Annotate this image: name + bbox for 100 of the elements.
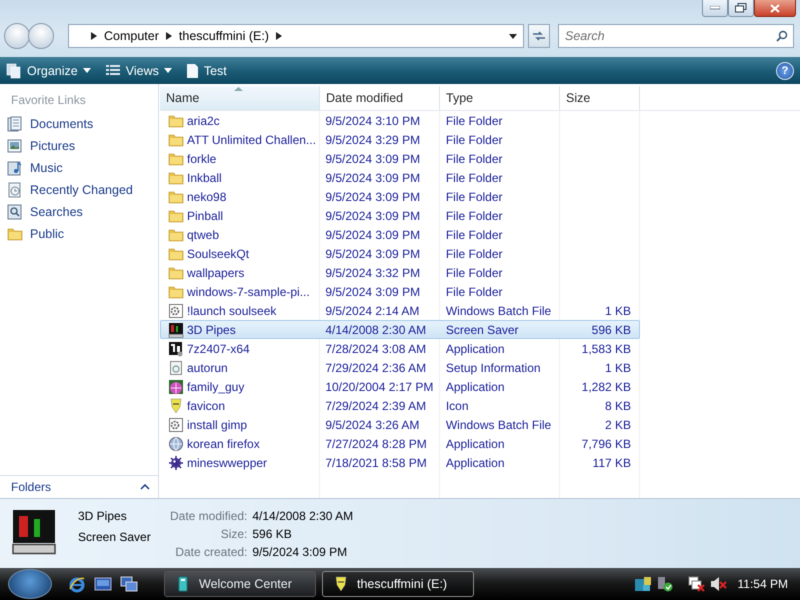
file-row[interactable]: Inkball 9/5/2024 3:09 PM File Folder	[160, 168, 640, 187]
size-cell: 1,583 KB	[582, 342, 632, 356]
file-name: install gimp	[187, 418, 248, 432]
type-cell: File Folder	[446, 284, 503, 298]
browser-icon[interactable]	[68, 575, 86, 593]
type-cell: Application	[446, 456, 505, 470]
toolbar-button[interactable]: Test	[186, 60, 227, 82]
folder-icon	[168, 170, 184, 186]
file-row[interactable]: 7z2407-x64 7/28/2024 3:08 AM Application 1,583 KB	[160, 339, 640, 358]
file-row[interactable]: neko98 9/5/2024 3:09 PM File Folder	[160, 187, 640, 206]
network-error-icon[interactable]	[688, 576, 706, 592]
toolbar-button[interactable]: Views	[104, 60, 172, 82]
favorite-link[interactable]: Music	[0, 157, 158, 179]
file-row[interactable]: !launch soulseek 9/5/2024 2:14 AM Windows Batch File 1 KB	[160, 301, 640, 320]
size-cell: 1 KB	[605, 304, 632, 318]
desktop-icon[interactable]	[94, 575, 112, 593]
file-name: forkle	[187, 152, 216, 166]
date-cell: 4/14/2008 2:30 AM	[325, 322, 426, 336]
favorite-link[interactable]: Pictures	[0, 135, 158, 157]
favorite-link[interactable]: Public	[0, 223, 158, 245]
toolbar-button[interactable]: Organize	[6, 60, 91, 82]
file-name: 7z2407-x64	[187, 342, 250, 356]
forward-button[interactable]	[28, 23, 54, 49]
maximize-button[interactable]	[728, 0, 754, 17]
folder-icon	[168, 246, 184, 262]
file-row[interactable]: favicon 7/29/2024 2:39 AM Icon 8 KB	[160, 396, 640, 415]
folder-icon	[168, 188, 184, 204]
music-icon	[7, 160, 23, 176]
monitor-icon	[10, 507, 58, 555]
clock[interactable]: 11:54 PM	[738, 577, 788, 591]
monitor-icon	[168, 322, 184, 338]
file-row[interactable]: 3D Pipes 4/14/2008 2:30 AM Screen Saver 596 KB	[160, 320, 640, 339]
detail-value: 9/5/2024 3:09 PM	[252, 545, 348, 559]
caret-icon	[82, 68, 91, 73]
type-cell: File Folder	[446, 114, 503, 128]
date-cell: 9/5/2024 3:09 PM	[325, 152, 420, 166]
file-row[interactable]: autorun 7/29/2024 2:36 AM Setup Information 1 KB	[160, 358, 640, 377]
pictures-icon	[7, 138, 23, 154]
file-row[interactable]: Pinball 9/5/2024 3:09 PM File Folder	[160, 206, 640, 225]
restore-icon	[735, 3, 747, 13]
taskbar-button[interactable]: thescuffmini (E:)	[322, 571, 474, 597]
file-row[interactable]: aria2c 9/5/2024 3:10 PM File Folder	[160, 111, 640, 130]
security-icon[interactable]	[656, 576, 674, 592]
type-cell: Icon	[446, 398, 469, 412]
breadcrumb[interactable]: Computer	[104, 29, 159, 43]
sort-arrow-icon	[234, 87, 243, 91]
file-row[interactable]: SoulseekQt 9/5/2024 3:09 PM File Folder	[160, 244, 640, 263]
column-header[interactable]: Name	[160, 86, 320, 110]
file-row[interactable]: forkle 9/5/2024 3:09 PM File Folder	[160, 149, 640, 168]
type-cell: Application	[446, 380, 505, 394]
type-cell: Application	[446, 436, 505, 450]
file-row[interactable]: qtweb 9/5/2024 3:09 PM File Folder	[160, 225, 640, 244]
breadcrumb[interactable]: thescuffmini (E:)	[178, 29, 269, 43]
minimize-icon	[710, 6, 720, 10]
size-cell: 596 KB	[592, 322, 632, 336]
size-cell: 1,282 KB	[582, 380, 632, 394]
favorite-link[interactable]: Searches	[0, 201, 158, 223]
volume-muted-icon[interactable]	[710, 576, 728, 592]
type-cell: File Folder	[446, 228, 503, 242]
favorite-link[interactable]: Recently Changed	[0, 179, 158, 201]
file-row[interactable]: mineswwepper 7/18/2021 8:58 PM Application 117 KB	[160, 453, 640, 472]
file-name: favicon	[187, 398, 226, 412]
favorite-link[interactable]: Documents	[0, 113, 158, 135]
date-cell: 9/5/2024 2:14 AM	[325, 304, 420, 318]
size-cell: 2 KB	[605, 418, 632, 432]
back-button[interactable]	[4, 23, 30, 49]
file-row[interactable]: windows-7-sample-pi... 9/5/2024 3:09 PM File Folder	[160, 282, 640, 301]
type-cell: Windows Batch File	[446, 304, 552, 318]
window-switch-icon[interactable]	[120, 575, 138, 593]
date-cell: 9/5/2024 3:32 PM	[325, 266, 420, 280]
caret-icon	[164, 68, 172, 73]
file-row[interactable]: ATT Unlimited Challen... 9/5/2024 3:29 PM File Folder	[160, 130, 640, 149]
file-row[interactable]: install gimp 9/5/2024 3:26 AM Windows Batch File 2 KB	[160, 415, 640, 434]
mine-icon	[168, 454, 184, 470]
file-name: ATT Unlimited Challen...	[187, 132, 316, 146]
folders-label: Folders	[11, 480, 52, 494]
date-cell: 7/18/2021 8:58 PM	[325, 456, 427, 470]
taskbar-button[interactable]: Welcome Center	[164, 571, 316, 597]
search-field[interactable]: Search	[558, 24, 794, 48]
close-button[interactable]	[754, 0, 796, 17]
organize-icon	[6, 62, 22, 78]
type-cell: File Folder	[446, 246, 503, 260]
folder-icon	[7, 226, 23, 242]
archive-icon	[168, 340, 184, 356]
file-row[interactable]: family_guy 10/20/2004 2:17 PM Application 1,282 KB	[160, 377, 640, 396]
folder-icon	[168, 284, 184, 300]
sidebar-icon[interactable]	[634, 576, 652, 592]
page-icon	[186, 62, 199, 78]
start-button[interactable]	[8, 569, 52, 599]
refresh-button[interactable]	[528, 24, 550, 48]
type-cell: File Folder	[446, 208, 503, 222]
file-row[interactable]: korean firefox 7/27/2024 8:28 PM Application 7,796 KB	[160, 434, 640, 453]
file-name: windows-7-sample-pi...	[187, 284, 310, 298]
file-name: Inkball	[187, 170, 222, 184]
size-cell: 117 KB	[592, 456, 632, 470]
page-icon	[168, 360, 184, 376]
file-row[interactable]: wallpapers 9/5/2024 3:32 PM File Folder	[160, 263, 640, 282]
folder-icon	[168, 226, 184, 242]
address-bar[interactable]: Computer thescuffmini (E:)	[68, 24, 524, 48]
type-cell: Setup Information	[446, 360, 541, 374]
